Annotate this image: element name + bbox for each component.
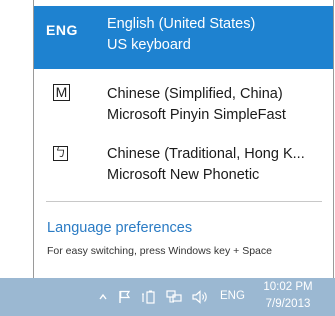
power-icon[interactable] bbox=[141, 289, 157, 305]
ime-item-english-us[interactable]: ENG English (United States) US keyboard bbox=[34, 6, 333, 69]
ime-code-badge: ENG bbox=[46, 22, 78, 38]
flyout-divider bbox=[46, 201, 322, 202]
ime-language-label: Chinese (Simplified, China) bbox=[107, 86, 283, 102]
volume-icon[interactable] bbox=[191, 289, 209, 305]
ime-keyboard-label: Microsoft New Phonetic bbox=[107, 167, 260, 183]
clock-date[interactable]: 7/9/2013 bbox=[258, 298, 318, 310]
action-center-flag-icon[interactable] bbox=[118, 289, 132, 305]
language-preferences-link[interactable]: Language preferences bbox=[47, 220, 192, 236]
ime-language-label: Chinese (Traditional, Hong K... bbox=[107, 146, 305, 162]
taskbar: ENG 10:02 PM 7/9/2013 bbox=[0, 278, 335, 316]
input-method-flyout: ENG English (United States) US keyboard … bbox=[33, 0, 334, 278]
ime-language-label: English (United States) bbox=[107, 16, 256, 32]
ime-keyboard-label: US keyboard bbox=[107, 37, 191, 53]
ime-keyboard-label: Microsoft Pinyin SimpleFast bbox=[107, 107, 286, 123]
new-phonetic-mode-icon: ㄅ bbox=[53, 146, 68, 161]
show-hidden-icons-chevron-icon[interactable] bbox=[98, 289, 108, 305]
microsoft-pinyin-mode-icon: M bbox=[53, 84, 70, 101]
clock-time[interactable]: 10:02 PM bbox=[258, 281, 318, 293]
input-indicator-button[interactable]: ENG bbox=[220, 290, 245, 302]
network-icon[interactable] bbox=[165, 289, 183, 305]
ime-item-chinese-simplified[interactable]: M Chinese (Simplified, China) Microsoft … bbox=[34, 76, 333, 139]
ime-item-chinese-traditional-hk[interactable]: ㄅ Chinese (Traditional, Hong K... Micros… bbox=[34, 136, 333, 199]
switching-hint-text: For easy switching, press Windows key + … bbox=[47, 245, 272, 257]
